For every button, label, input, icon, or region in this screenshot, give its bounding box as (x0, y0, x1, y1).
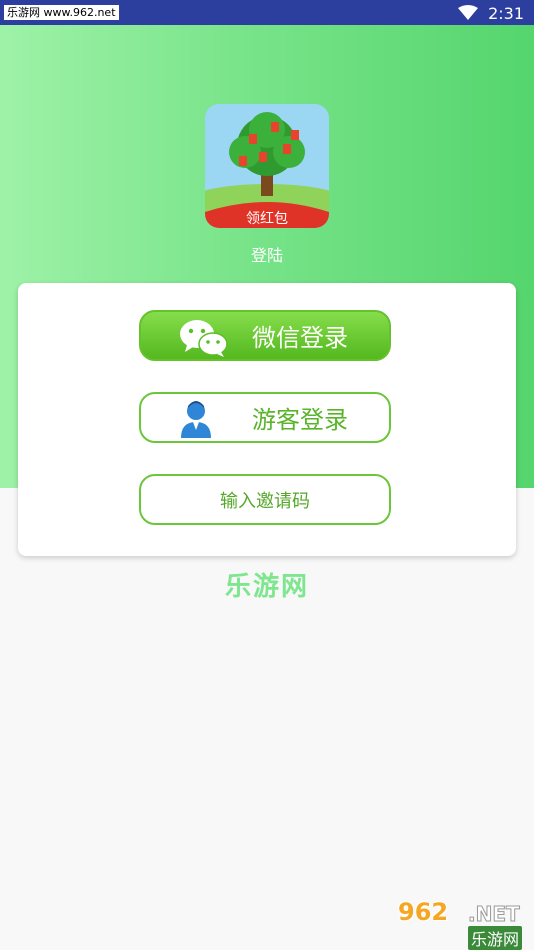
corner-watermark-suffix: .NET (468, 902, 521, 927)
page-title: 登陆 (250, 246, 283, 265)
wechat-login-button[interactable]: 微信登录 (139, 310, 391, 361)
status-bar-watermark: 乐游网 www.962.net (4, 5, 119, 20)
status-time: 2:31 (488, 3, 524, 23)
wechat-icon (180, 320, 228, 357)
user-icon (181, 401, 211, 438)
corner-watermark-text: 乐游网 (468, 926, 523, 950)
login-card: 微信登录 游客登录 输入邀请码 (18, 283, 516, 556)
guest-login-button[interactable]: 游客登录 (139, 392, 391, 443)
money-tree-icon: 领红包 (205, 104, 329, 228)
watermark-text: 乐游网 (224, 572, 309, 602)
invite-code-button[interactable]: 输入邀请码 (139, 474, 391, 525)
wifi-icon (458, 5, 479, 20)
app-logo: 领红包 (205, 104, 329, 228)
status-icons: 2:31 (458, 3, 524, 23)
corner-watermark: 962 .NET 乐游网 (398, 898, 532, 950)
logo-badge-text: 领红包 (246, 211, 288, 227)
status-bar: 乐游网 www.962.net 2:31 (0, 0, 534, 25)
invite-code-label: 输入邀请码 (220, 490, 310, 512)
